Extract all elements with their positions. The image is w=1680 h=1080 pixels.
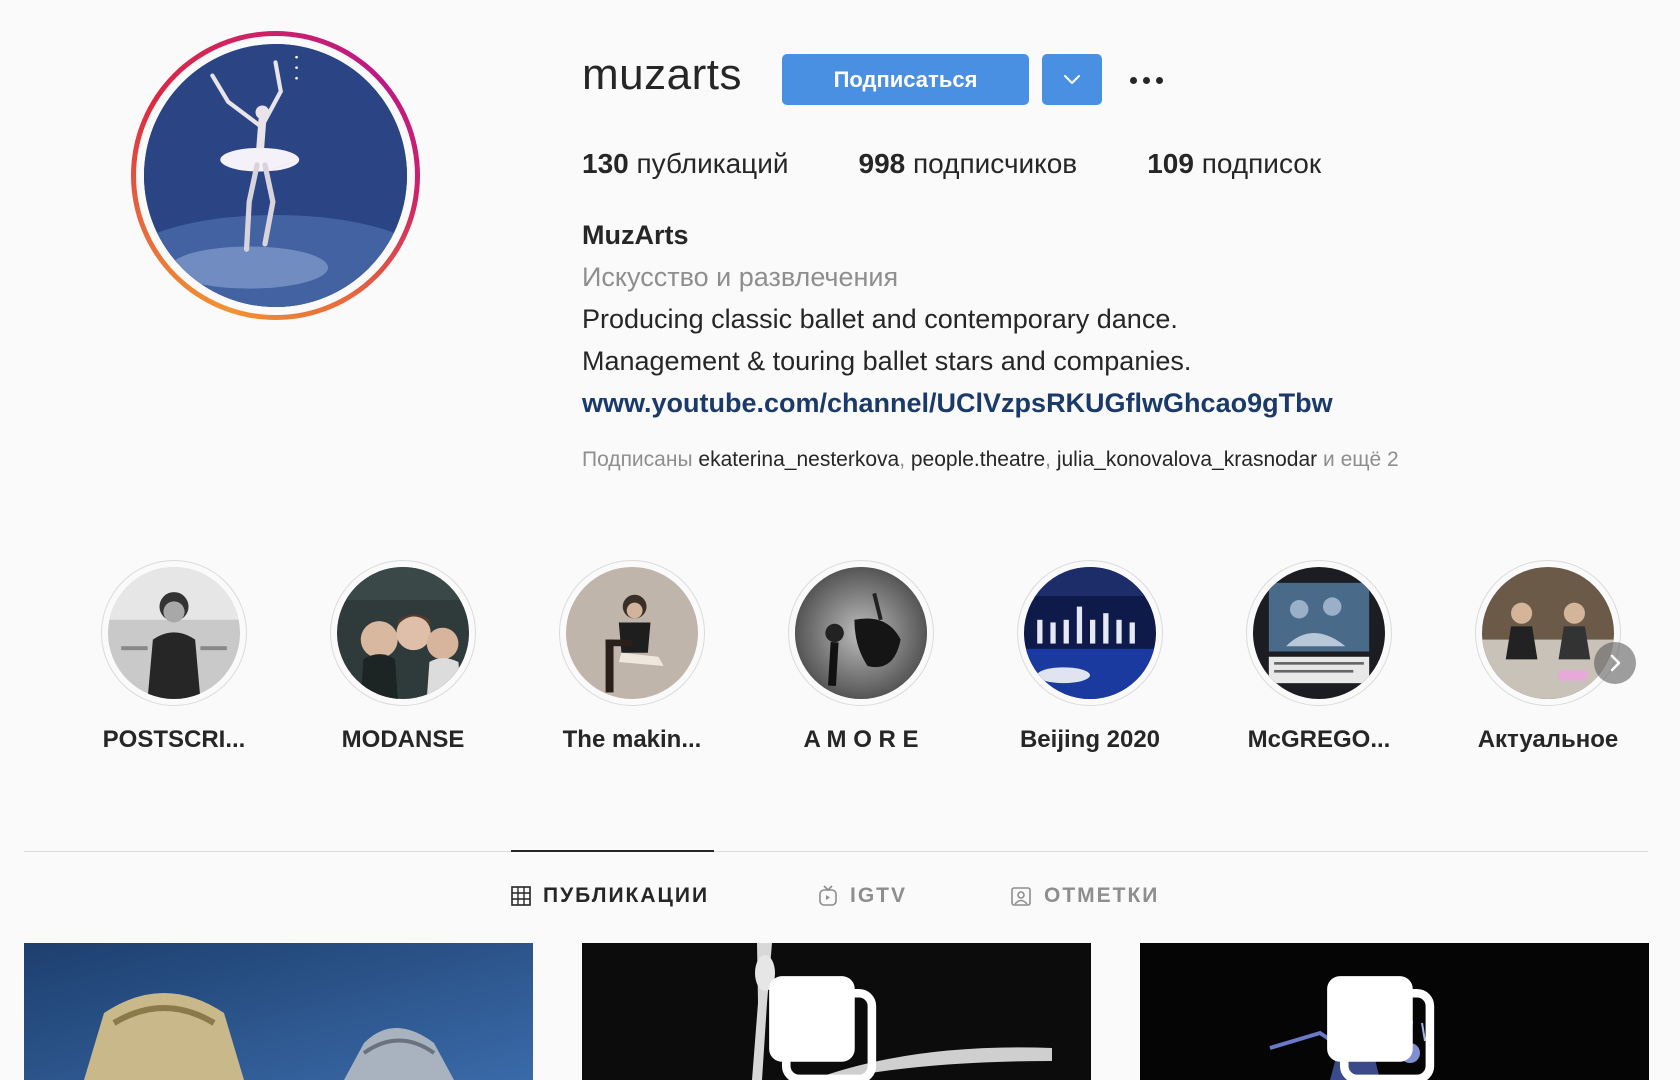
- stat-following[interactable]: 109 подписок: [1147, 148, 1321, 180]
- more-options-icon[interactable]: [1122, 62, 1170, 98]
- followed-by[interactable]: Подписаны ekaterina_nesterkova, people.t…: [582, 448, 1399, 472]
- highlight-ring: [1475, 560, 1621, 706]
- category-label: Искусство и развлечения: [582, 262, 899, 292]
- stat-count: 109: [1147, 148, 1194, 179]
- username: muzarts: [582, 50, 742, 99]
- highlight-ring: [1017, 560, 1163, 706]
- highlight-item[interactable]: A M O R E: [761, 560, 961, 754]
- chevron-down-icon: [1064, 74, 1080, 84]
- stat-label: публикаций: [636, 148, 789, 179]
- highlight-ring: [1246, 560, 1392, 706]
- tab-igtv[interactable]: IGTV: [818, 884, 907, 908]
- bio-line: Management & touring ballet stars and co…: [582, 346, 1192, 376]
- post-image: [24, 943, 533, 1080]
- tab-label: ПУБЛИКАЦИИ: [543, 884, 710, 907]
- suggested-dropdown-button[interactable]: [1042, 54, 1102, 105]
- tab-posts[interactable]: ПУБЛИКАЦИИ: [511, 884, 709, 908]
- highlight-cover: [337, 567, 469, 699]
- highlight-label: The makin...: [562, 726, 702, 753]
- highlight-label: Beijing 2020: [1019, 726, 1161, 753]
- highlight-label: Актуальное: [1477, 726, 1619, 753]
- stat-count: 998: [858, 148, 906, 179]
- grid-icon: [511, 886, 531, 906]
- highlight-ring: [101, 560, 247, 706]
- profile-stats: 130 публикаций 998 подписчиков 109 подпи…: [582, 148, 1391, 180]
- highlight-item[interactable]: McGREGO...: [1219, 560, 1419, 754]
- story-highlights: POSTSCRI... MODANSE The makin... A M O R…: [0, 560, 1680, 760]
- post-thumbnail[interactable]: [24, 943, 533, 1080]
- highlight-ring: [559, 560, 705, 706]
- highlight-item[interactable]: The makin...: [532, 560, 732, 754]
- followed-by-user[interactable]: julia_konovalova_krasnodar: [1057, 448, 1317, 471]
- stat-followers[interactable]: 998 подписчиков: [859, 148, 1078, 180]
- highlight-cover: [108, 567, 240, 699]
- highlight-cover: [795, 567, 927, 699]
- highlight-label: MODANSE: [341, 726, 465, 753]
- highlight-ring: [788, 560, 934, 706]
- followed-by-suffix: и ещё 2: [1323, 448, 1399, 471]
- full-name: MuzArts: [582, 220, 689, 250]
- chevron-right-icon: [1610, 654, 1621, 672]
- tabs-divider: [24, 851, 1648, 852]
- dot: [1155, 76, 1163, 84]
- post-thumbnail[interactable]: [582, 943, 1091, 1080]
- highlight-cover: [1024, 567, 1156, 699]
- multiple-photos-icon: [769, 976, 877, 1080]
- stat-count: 130: [582, 148, 629, 179]
- profile-avatar[interactable]: [131, 31, 420, 320]
- highlight-item[interactable]: MODANSE: [303, 560, 503, 754]
- dot: [1129, 76, 1137, 84]
- followed-by-user[interactable]: people.theatre: [911, 448, 1045, 471]
- active-tab-indicator: [511, 850, 714, 852]
- highlight-item[interactable]: Beijing 2020: [990, 560, 1190, 754]
- tagged-icon: [1011, 887, 1031, 906]
- highlight-label: McGREGO...: [1247, 726, 1391, 753]
- stat-label: подписчиков: [913, 148, 1078, 179]
- post-thumbnail[interactable]: [1140, 943, 1649, 1080]
- followed-by-user[interactable]: ekaterina_nesterkova: [698, 448, 899, 471]
- tab-label: ОТМЕТКИ: [1044, 884, 1160, 907]
- highlight-item[interactable]: POSTSCRI...: [74, 560, 274, 754]
- stat-posts: 130 публикаций: [582, 148, 789, 180]
- dot: [1142, 76, 1150, 84]
- stat-label: подписок: [1201, 148, 1322, 179]
- tab-label: IGTV: [850, 884, 908, 907]
- highlights-next-button[interactable]: [1594, 642, 1636, 684]
- multiple-photos-icon: [1327, 976, 1435, 1080]
- follow-button[interactable]: Подписаться: [782, 54, 1029, 105]
- bio-line: Producing classic ballet and contemporar…: [582, 304, 1178, 334]
- igtv-icon: [819, 885, 837, 906]
- highlight-ring: [330, 560, 476, 706]
- avatar-image: [144, 44, 407, 307]
- highlight-cover: [566, 567, 698, 699]
- tab-tagged[interactable]: ОТМЕТКИ: [1010, 884, 1159, 908]
- bio-link[interactable]: www.youtube.com/channel/UClVzpsRKUGflwGh…: [582, 388, 1333, 419]
- profile-page: muzarts Подписаться 130 публикаций 998 п…: [0, 0, 1680, 1080]
- highlight-label: A M O R E: [803, 726, 919, 753]
- highlight-cover: [1482, 567, 1614, 699]
- followed-by-prefix: Подписаны: [582, 448, 693, 471]
- highlight-label: POSTSCRI...: [102, 726, 246, 753]
- highlight-cover: [1253, 567, 1385, 699]
